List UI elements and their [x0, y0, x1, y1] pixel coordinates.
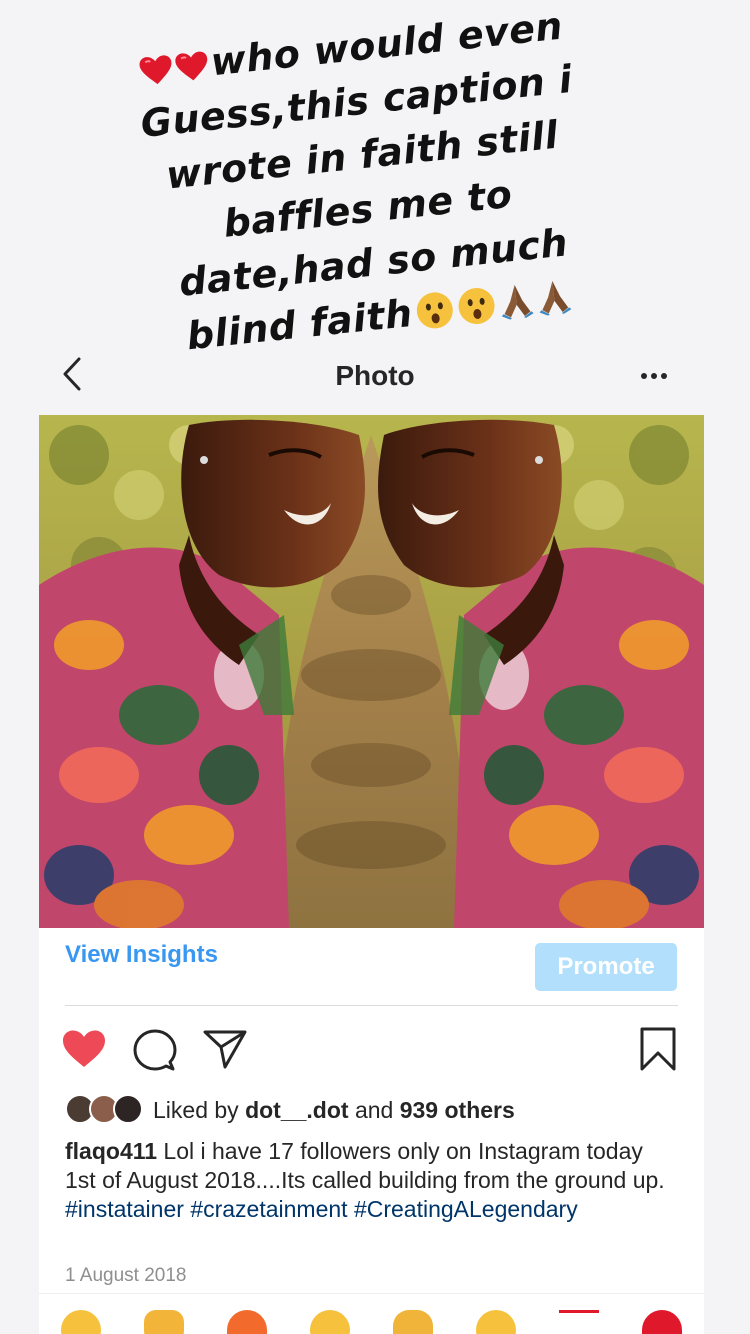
more-dots-icon[interactable] [636, 364, 672, 384]
astonished-face-icon [417, 292, 454, 329]
divider [65, 1005, 678, 1006]
quick-reaction-bar [39, 1310, 704, 1334]
promote-button[interactable]: Promote [535, 943, 677, 991]
folded-hands-icon [502, 284, 534, 320]
bookmark-icon[interactable] [639, 1027, 677, 1071]
heart-eyes-icon[interactable] [476, 1310, 517, 1334]
share-icon[interactable] [203, 1029, 247, 1069]
likes-row[interactable]: Liked by dot__.dot and 939 others [65, 1093, 515, 1127]
red-heart-icon [139, 55, 172, 85]
liker-avatars [65, 1094, 143, 1126]
folded-hands-icon [539, 280, 572, 316]
fire-icon[interactable] [226, 1310, 267, 1334]
post-photo[interactable] [39, 415, 704, 928]
post-date: 1 August 2018 [65, 1265, 187, 1286]
liked-by-others[interactable]: 939 others [400, 1097, 515, 1123]
post-caption: flaqo411 Lol i have 17 followers only on… [65, 1137, 665, 1224]
view-insights-link[interactable]: View Insights [65, 941, 218, 969]
comment-icon[interactable] [133, 1029, 177, 1071]
hashtag[interactable]: #crazetainment [190, 1196, 347, 1222]
cat-face-icon[interactable] [143, 1310, 184, 1334]
avatar [113, 1094, 143, 1124]
clapping-hands-icon[interactable] [393, 1310, 434, 1334]
divider [39, 1293, 704, 1294]
post-card: View Insights Promote Liked by dot__.dot… [39, 415, 704, 1334]
likes-text: Liked by dot__.dot and 939 others [153, 1097, 515, 1124]
liked-by-and: and [348, 1096, 400, 1123]
heart-icon[interactable] [61, 1029, 107, 1069]
red-heart-icon [175, 51, 208, 81]
hashtag[interactable]: #CreatingALegendary [354, 1196, 578, 1222]
liked-by-user[interactable]: dot__.dot [245, 1097, 349, 1123]
astonished-face-icon [458, 287, 495, 324]
hundred-points-icon[interactable] [559, 1310, 600, 1334]
smiling-face-icon[interactable] [60, 1310, 101, 1334]
caption-username[interactable]: flaqo411 [65, 1138, 157, 1164]
grinning-face-icon[interactable] [309, 1310, 350, 1334]
liked-by-prefix: Liked by [153, 1096, 246, 1123]
hashtag[interactable]: #instatainer [65, 1196, 184, 1222]
story-caption: who would even Guess,this caption i wrot… [89, 0, 640, 370]
red-heart-icon[interactable] [642, 1310, 683, 1334]
